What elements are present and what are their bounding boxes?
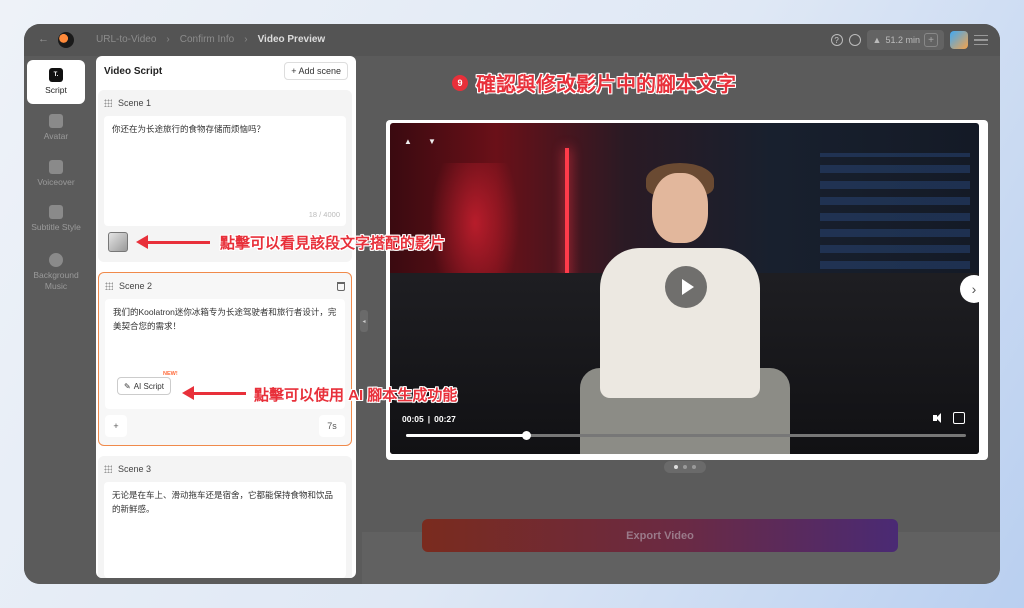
scene-header: Scene 1: [98, 90, 352, 116]
add-scene-button[interactable]: + Add scene: [284, 62, 348, 80]
sidebar-item-label: Voiceover: [37, 177, 75, 188]
breadcrumb-confirm-info[interactable]: Confirm Info: [180, 34, 234, 45]
carousel-dot[interactable]: [683, 465, 687, 469]
drag-handle-icon[interactable]: [104, 465, 112, 473]
progress-fill: [406, 434, 527, 437]
subtitle-icon: [49, 205, 63, 220]
time-separator: |: [427, 414, 431, 424]
music-icon: [49, 253, 63, 268]
back-arrow-icon[interactable]: ←: [38, 33, 49, 45]
sidebar-item-label: Avatar: [43, 131, 69, 142]
time-readout: 00:05 | 00:27: [402, 414, 456, 424]
top-right-controls: ? ▲ 51.2 min +: [830, 30, 988, 50]
chevron-right-icon: ›: [166, 34, 170, 45]
sidebar-item-script[interactable]: T. Script: [27, 60, 85, 104]
annotation-arrow-ai: [182, 386, 246, 400]
annotation-thumbnail-hint: 點擊可以看見該段文字搭配的影片: [220, 235, 446, 252]
ai-script-label: AI Script: [133, 381, 164, 391]
carousel-dots: [664, 461, 706, 473]
help-icon[interactable]: ?: [830, 34, 843, 46]
annotation-arrow-thumbnail: [136, 235, 210, 249]
breadcrumb-video-preview: Video Preview: [257, 34, 326, 45]
current-time: 00:05: [402, 414, 424, 424]
scene-card-3: Scene 3 无论是在车上、滑动拖车还是宿舍，它都能保持食物和饮品的新鲜感。: [98, 456, 352, 578]
step-badge: 9: [452, 74, 468, 91]
chevron-right-icon: ›: [244, 34, 248, 45]
minutes-value: 51.2 min: [885, 35, 920, 45]
panel-title: Video Script: [104, 65, 163, 77]
carousel-dot[interactable]: [674, 465, 678, 469]
add-minutes-icon[interactable]: +: [924, 33, 938, 47]
left-sidebar: T. Script Avatar Voiceover Subtitle Styl…: [24, 56, 88, 584]
scene-text: 我们的Koolatron迷你冰箱专为长途驾驶者和旅行者设计，完美契合您的需求！: [113, 307, 337, 331]
feedback-buttons: ▲ ▼: [404, 137, 438, 147]
sidebar-item-label: Background Music: [33, 270, 79, 291]
new-badge: NEW!: [163, 371, 178, 377]
script-icon: T.: [49, 68, 63, 83]
scene-text-editor[interactable]: 你还在为长途旅行的食物存储而烦恼吗？ 18 / 4000: [104, 116, 346, 226]
presenter-head: [652, 173, 708, 243]
fire-icon: ▲: [872, 35, 882, 45]
fullscreen-icon[interactable]: [953, 412, 965, 424]
minutes-balance[interactable]: ▲ 51.2 min +: [866, 30, 944, 50]
script-panel-header: Video Script + Add scene: [96, 56, 356, 86]
breadcrumb: URL-to-Video › Confirm Info › Video Prev…: [96, 34, 325, 45]
sidebar-item-background-music[interactable]: Background Music: [27, 246, 85, 298]
scene-label: Scene 3: [118, 464, 152, 474]
scene-label: Scene 1: [118, 98, 152, 108]
trash-icon[interactable]: [337, 281, 345, 291]
sidebar-item-label: Script: [45, 85, 67, 96]
scene-header: Scene 3: [98, 456, 352, 482]
video-player[interactable]: ▲ ▼ 00:05 | 00:27: [390, 123, 979, 454]
drag-handle-icon[interactable]: [105, 282, 113, 290]
scene-thumbnail[interactable]: [108, 232, 128, 252]
scene-label: Scene 2: [119, 281, 153, 291]
thumbs-down-icon[interactable]: ▼: [428, 137, 438, 147]
ai-script-button[interactable]: ✎ AI Script: [117, 377, 171, 395]
app-logo-icon: [58, 32, 74, 48]
video-preview-frame: ▲ ▼ 00:05 | 00:27: [386, 120, 988, 460]
scene-card-2: Scene 2 我们的Koolatron迷你冰箱专为长途驾驶者和旅行者设计，完美…: [98, 272, 352, 446]
sidebar-item-voiceover[interactable]: Voiceover: [27, 152, 85, 196]
sidebar-item-avatar[interactable]: Avatar: [27, 106, 85, 150]
user-avatar[interactable]: [950, 31, 968, 49]
menu-icon[interactable]: [974, 33, 988, 47]
scene-text: 你还在为长途旅行的食物存储而烦恼吗？: [112, 124, 266, 134]
play-icon: [681, 279, 694, 295]
sidebar-item-subtitle-style[interactable]: Subtitle Style: [27, 197, 85, 241]
app-window: ← URL-to-Video › Confirm Info › Video Pr…: [24, 24, 1000, 584]
chevron-right-icon: ›: [971, 281, 977, 297]
scene-duration[interactable]: 7s: [319, 415, 345, 437]
top-bar: ← URL-to-Video › Confirm Info › Video Pr…: [24, 24, 1000, 56]
character-count: 18 / 4000: [308, 210, 340, 219]
volume-icon[interactable]: [933, 412, 945, 424]
total-time: 00:27: [434, 414, 456, 424]
scene-text-editor[interactable]: 无论是在车上、滑动拖车还是宿舍，它都能保持食物和饮品的新鲜感。: [104, 482, 346, 578]
avatar-icon: [49, 114, 63, 129]
drag-handle-icon[interactable]: [104, 99, 112, 107]
next-slide-button[interactable]: ›: [960, 275, 988, 303]
headset-icon[interactable]: [848, 34, 861, 46]
export-video-button[interactable]: Export Video: [422, 519, 898, 552]
annotation-title-text: 確認與修改影片中的腳本文字: [476, 74, 736, 96]
thumbs-up-icon[interactable]: ▲: [404, 137, 414, 147]
carousel-dot[interactable]: [692, 465, 696, 469]
add-media-button[interactable]: +: [105, 415, 127, 437]
collapse-panel-handle[interactable]: ◂: [360, 310, 368, 332]
voiceover-icon: [49, 160, 63, 175]
scene-text: 无论是在车上、滑动拖车还是宿舍，它都能保持食物和饮品的新鲜感。: [112, 490, 334, 514]
sidebar-item-label: Subtitle Style: [31, 222, 81, 233]
script-panel: Video Script + Add scene Scene 1 你还在为长途旅…: [96, 56, 356, 578]
breadcrumb-url-to-video[interactable]: URL-to-Video: [96, 34, 156, 45]
scene-footer: + 7s: [99, 409, 351, 443]
scene-header: Scene 2: [99, 273, 351, 299]
progress-track[interactable]: [406, 431, 966, 440]
magic-wand-icon: ✎: [124, 381, 131, 391]
annotation-title: 9 確認與修改影片中的腳本文字: [452, 68, 736, 97]
play-button[interactable]: [665, 266, 707, 308]
annotation-ai-hint: 點擊可以使用 AI 腳本生成功能: [254, 387, 458, 404]
